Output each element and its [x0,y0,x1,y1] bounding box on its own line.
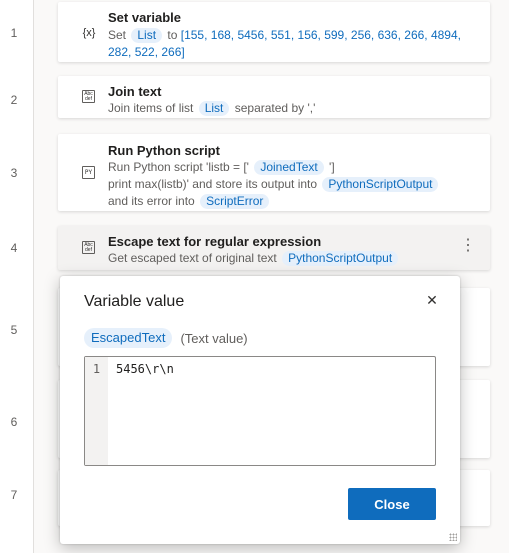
step-set-variable[interactable]: {x} Set variable Set List to [155, 168, … [58,2,490,62]
line-number: 5 [10,323,18,337]
variable-icon: {x} [82,27,96,39]
close-button[interactable]: Close [348,488,436,520]
value-editor[interactable]: 1 5456\r\n [84,356,436,466]
step-description: Get escaped text of original text Python… [108,250,478,267]
step-description: Run Python script 'listb = [' JoinedText… [108,159,478,210]
line-number: 2 [10,93,18,107]
editor-value[interactable]: 5456\r\n [116,362,174,376]
line-number: 7 [10,488,18,502]
line-number: 4 [10,241,18,255]
variable-token[interactable]: JoinedText [254,160,324,175]
more-options-icon[interactable]: ⋮ [460,238,476,254]
variable-info: EscapedText (Text value) [84,328,248,348]
line-number: 6 [10,415,18,429]
variable-token[interactable]: ScriptError [200,194,270,209]
python-icon: PY [82,166,95,179]
text-icon: Abc def [82,241,95,254]
dialog-title: Variable value [84,293,185,310]
step-description: Join items of list List separated by ',' [108,101,316,116]
step-title: Escape text for regular expression [108,234,322,249]
variable-token[interactable]: List [131,28,163,43]
line-number-gutter: 1 2 3 4 5 6 7 [0,0,34,553]
line-number: 3 [10,166,18,180]
variable-type: (Text value) [180,330,248,346]
step-description: Set List to [155, 168, 5456, 551, 156, 5… [108,28,461,59]
resize-grip-icon[interactable] [449,533,457,541]
variable-token[interactable]: PythonScriptOutput [322,177,439,192]
step-run-python-script[interactable]: PY Run Python script Run Python script '… [58,134,490,211]
close-icon[interactable]: ✕ [422,290,442,310]
variable-name-chip: EscapedText [84,328,173,348]
step-escape-text[interactable]: Abc def Escape text for regular expressio… [58,226,490,270]
variable-token[interactable]: PythonScriptOutput [282,251,399,266]
step-join-text[interactable]: Abc def Join text Join items of list List… [58,76,490,118]
variable-value-dialog: Variable value ✕ EscapedText (Text value… [60,276,460,544]
step-title: Join text [108,84,162,99]
text-icon: Abc def [82,90,95,103]
line-number: 1 [10,26,18,40]
editor-line-number: 1 [92,362,101,376]
variable-token[interactable]: List [198,101,230,116]
step-title: Set variable [108,10,181,25]
step-title: Run Python script [108,143,220,158]
